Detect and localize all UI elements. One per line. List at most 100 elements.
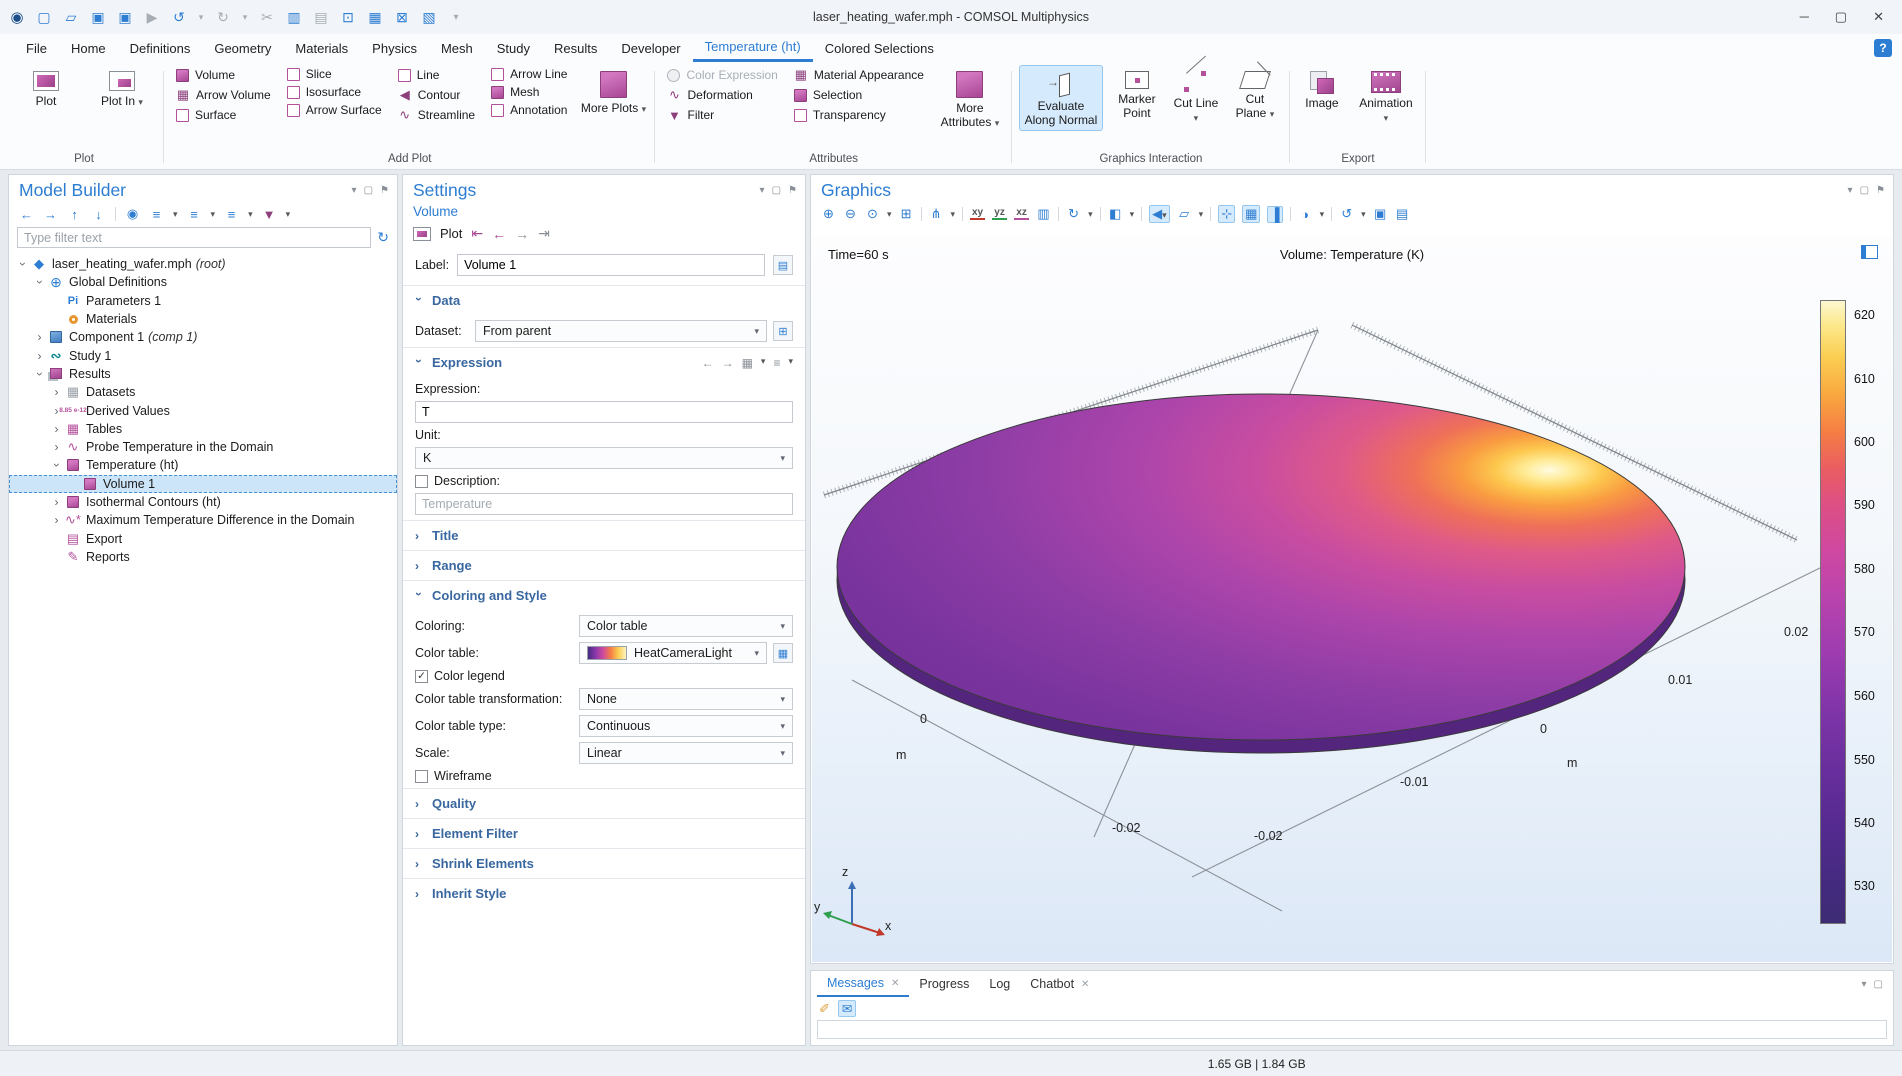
arrow-line-button[interactable]: Arrow Line (486, 65, 572, 83)
go-back-icon[interactable]: ← (19, 207, 34, 222)
tree-node-max-temperature-difference[interactable]: ›∿* Maximum Temperature Difference in th… (9, 511, 397, 529)
tree-node-volume-1[interactable]: Volume 1 (9, 475, 397, 493)
show-grid-icon[interactable]: ▦ (1242, 205, 1260, 223)
tree-node-reports[interactable]: ✎ Reports (9, 548, 397, 566)
color-table-browse-icon[interactable]: ▦ (773, 643, 793, 663)
plot-button-label[interactable]: Plot (440, 226, 462, 241)
transparency-icon[interactable]: ▱ (1177, 206, 1192, 222)
tree-node-tables[interactable]: ›▦ Tables (9, 420, 397, 438)
default-3d-view-icon[interactable]: ⋔ (929, 206, 944, 222)
arrow-volume-button[interactable]: ▦Arrow Volume (171, 85, 276, 105)
menu-physics[interactable]: Physics (360, 34, 429, 62)
close-button[interactable]: ✕ (1873, 9, 1884, 25)
annotation-button[interactable]: Annotation (486, 101, 572, 119)
color-table-combo[interactable]: HeatCameraLight▾ (579, 642, 767, 664)
float-icon[interactable]: ▢ (364, 185, 373, 196)
tree-node-probe-temperature[interactable]: ›∿ Probe Temperature in the Domain (9, 438, 397, 456)
transparency-button[interactable]: Transparency (789, 105, 929, 125)
menu-mesh[interactable]: Mesh (429, 34, 485, 62)
insert-expression-icon[interactable]: ▦ (742, 356, 753, 370)
expression-menu-icon[interactable]: ≡ (773, 356, 780, 370)
arrow-surface-button[interactable]: Arrow Surface (282, 101, 387, 119)
zoom-extents-icon[interactable]: ⊞ (899, 206, 914, 222)
panel-menu-icon[interactable]: ▾ (1848, 185, 1853, 196)
maximize-button[interactable]: ▢ (1835, 9, 1847, 25)
filter-button[interactable]: ▼Filter (662, 105, 782, 125)
tree-filter-input[interactable] (17, 227, 371, 248)
tab-log[interactable]: Log (979, 971, 1020, 997)
wireframe-checkbox[interactable] (415, 770, 428, 783)
section-quality[interactable]: › Quality (403, 788, 805, 818)
new-file-icon[interactable]: ▢ (35, 9, 53, 26)
zoom-to-selection-icon[interactable]: ⊙ (865, 206, 880, 222)
float-icon[interactable]: ▢ (772, 185, 781, 196)
tree-node-datasets[interactable]: ›▦ Datasets (9, 383, 397, 401)
collapse-all-icon[interactable]: ≡ (187, 207, 202, 222)
expand-all-icon[interactable]: ≡ (149, 207, 164, 222)
show-color-legend-icon[interactable]: ▐ (1267, 206, 1282, 223)
pin-icon[interactable]: ⚑ (788, 185, 797, 196)
expression-input[interactable] (415, 401, 793, 423)
plot-in-button[interactable]: Plot In ▾ (87, 65, 157, 111)
slice-button[interactable]: Slice (282, 65, 387, 83)
plot-canvas[interactable]: Time=60 s Volume: Temperature (K) (812, 237, 1892, 962)
cut-icon[interactable]: ✂ (258, 9, 276, 26)
line-button[interactable]: Line (393, 65, 480, 85)
print-icon[interactable]: ▤ (1395, 206, 1410, 222)
select-frame-icon[interactable]: ⊠ (393, 9, 411, 26)
filter-funnel-icon[interactable]: ▼ (262, 207, 277, 222)
view-xy-icon[interactable]: xy (970, 208, 985, 220)
image-button[interactable]: Image (1297, 65, 1347, 113)
evaluate-along-normal-button[interactable]: Evaluate Along Normal (1019, 65, 1103, 131)
clear-messages-icon[interactable]: ✐ (819, 1001, 830, 1017)
table-add-icon[interactable]: ⊞ (773, 321, 793, 341)
move-down-icon[interactable]: ↓ (91, 207, 106, 222)
scene-light-icon[interactable]: ◧ (1108, 206, 1123, 222)
save-icon[interactable]: ▣ (89, 9, 107, 26)
menu-colored-selections[interactable]: Colored Selections (813, 34, 946, 62)
undo-chevron-icon[interactable]: ▾ (197, 12, 205, 23)
snapshot-icon[interactable]: ▣ (1373, 206, 1388, 222)
isosurface-button[interactable]: Isosurface (282, 83, 387, 101)
material-appearance-button[interactable]: ▦Material Appearance (789, 65, 929, 85)
scene-appearance-icon[interactable]: ◑ (1298, 207, 1313, 222)
tree-node-export[interactable]: ▤ Export (9, 529, 397, 547)
description-checkbox[interactable] (415, 475, 428, 488)
menu-geometry[interactable]: Geometry (202, 34, 283, 62)
dataset-combo[interactable]: From parent▾ (475, 320, 767, 342)
panel-menu-icon[interactable]: ▾ (352, 185, 357, 196)
menu-file[interactable]: File (14, 34, 59, 62)
section-expression[interactable]: › Expression ← → ▦▾ ≡▾ (403, 347, 805, 377)
section-inherit-style[interactable]: › Inherit Style (403, 878, 805, 908)
model-tree-nodes-icon[interactable]: ≡ (224, 207, 239, 222)
menu-definitions[interactable]: Definitions (118, 34, 203, 62)
description-input[interactable] (415, 493, 793, 515)
plot-button[interactable]: Plot (11, 65, 81, 111)
show-messages-icon[interactable]: ✉ (838, 1000, 856, 1017)
surface-button[interactable]: Surface (171, 105, 276, 125)
section-coloring-and-style[interactable]: › Coloring and Style (403, 580, 805, 610)
help-icon[interactable]: ? (1874, 39, 1892, 57)
menu-developer[interactable]: Developer (609, 34, 692, 62)
copy-icon[interactable]: ▥ (285, 9, 303, 26)
coloring-combo[interactable]: Color table▾ (579, 615, 793, 637)
tab-messages[interactable]: Messages✕ (817, 971, 909, 997)
sound-icon[interactable]: ◀ (1152, 206, 1162, 221)
menu-results[interactable]: Results (542, 34, 609, 62)
section-title[interactable]: › Title (403, 520, 805, 550)
zoom-in-icon[interactable]: ⊕ (821, 206, 836, 222)
color-table-type-combo[interactable]: Continuous▾ (579, 715, 793, 737)
last-solution-icon[interactable]: ⇥ (538, 225, 550, 242)
label-input[interactable] (457, 254, 765, 276)
animation-button[interactable]: Animation▾ (1353, 65, 1419, 127)
panel-menu-icon[interactable]: ▾ (1862, 979, 1867, 990)
undo-icon[interactable]: ↺ (170, 9, 188, 26)
section-element-filter[interactable]: › Element Filter (403, 818, 805, 848)
close-icon[interactable]: ✕ (891, 978, 899, 989)
redo-icon[interactable]: ↻ (214, 9, 232, 26)
tree-node-component[interactable]: › Component 1(comp 1) (9, 328, 397, 346)
redo-chevron-icon[interactable]: ▾ (241, 12, 249, 23)
unit-combo[interactable]: K▾ (415, 447, 793, 469)
show-icon[interactable]: ◉ (125, 206, 140, 222)
tab-chatbot[interactable]: Chatbot✕ (1020, 971, 1099, 997)
